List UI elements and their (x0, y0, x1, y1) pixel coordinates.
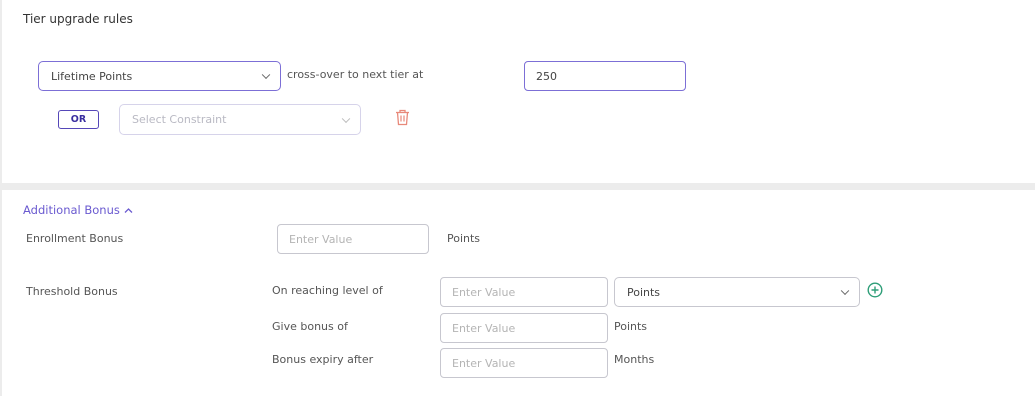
threshold-bonus-label: Threshold Bonus (26, 285, 118, 298)
bonus-expiry-placeholder: Enter Value (452, 356, 516, 370)
threshold-input[interactable]: 250 (524, 61, 686, 91)
chevron-down-icon (840, 286, 850, 296)
threshold-unit-value: Points (627, 285, 661, 299)
give-bonus-unit: Points (614, 320, 648, 333)
enrollment-bonus-label: Enrollment Bonus (26, 232, 124, 245)
bonus-expiry-label: Bonus expiry after (272, 353, 374, 366)
metric-select-value: Lifetime Points (51, 69, 133, 83)
metric-select[interactable]: Lifetime Points (38, 61, 281, 91)
additional-bonus-label: Additional Bonus (23, 203, 120, 217)
constraint-select[interactable]: Select Constraint (119, 104, 361, 135)
reaching-placeholder: Enter Value (452, 285, 516, 299)
chevron-down-icon (341, 114, 351, 123)
reaching-level-label: On reaching level of (272, 284, 383, 297)
constraint-placeholder: Select Constraint (132, 113, 227, 126)
additional-bonus-toggle[interactable]: Additional Bonus (23, 203, 133, 217)
tier-upgrade-panel: Tier upgrade rules Lifetime Points cross… (2, 0, 1035, 183)
enrollment-unit: Points (447, 232, 481, 245)
section-title: Tier upgrade rules (23, 12, 133, 26)
give-bonus-input[interactable]: Enter Value (440, 313, 608, 343)
bonus-expiry-input[interactable]: Enter Value (440, 348, 608, 378)
threshold-unit-select[interactable]: Points (614, 277, 860, 307)
bonus-expiry-unit: Months (614, 353, 655, 366)
crossover-label: cross-over to next tier at (287, 68, 424, 81)
reaching-level-input[interactable]: Enter Value (440, 277, 608, 307)
or-button[interactable]: OR (58, 110, 99, 129)
enrollment-placeholder: Enter Value (289, 232, 353, 246)
chevron-down-icon (261, 70, 271, 80)
give-bonus-label: Give bonus of (272, 320, 348, 333)
enrollment-bonus-input[interactable]: Enter Value (277, 224, 429, 254)
trash-icon[interactable] (395, 109, 410, 126)
add-circle-icon[interactable] (867, 282, 883, 298)
give-bonus-placeholder: Enter Value (452, 321, 516, 335)
threshold-input-value: 250 (536, 69, 557, 83)
chevron-up-icon (124, 207, 133, 213)
additional-bonus-panel: Additional Bonus Enrollment Bonus Enter … (2, 190, 1035, 396)
